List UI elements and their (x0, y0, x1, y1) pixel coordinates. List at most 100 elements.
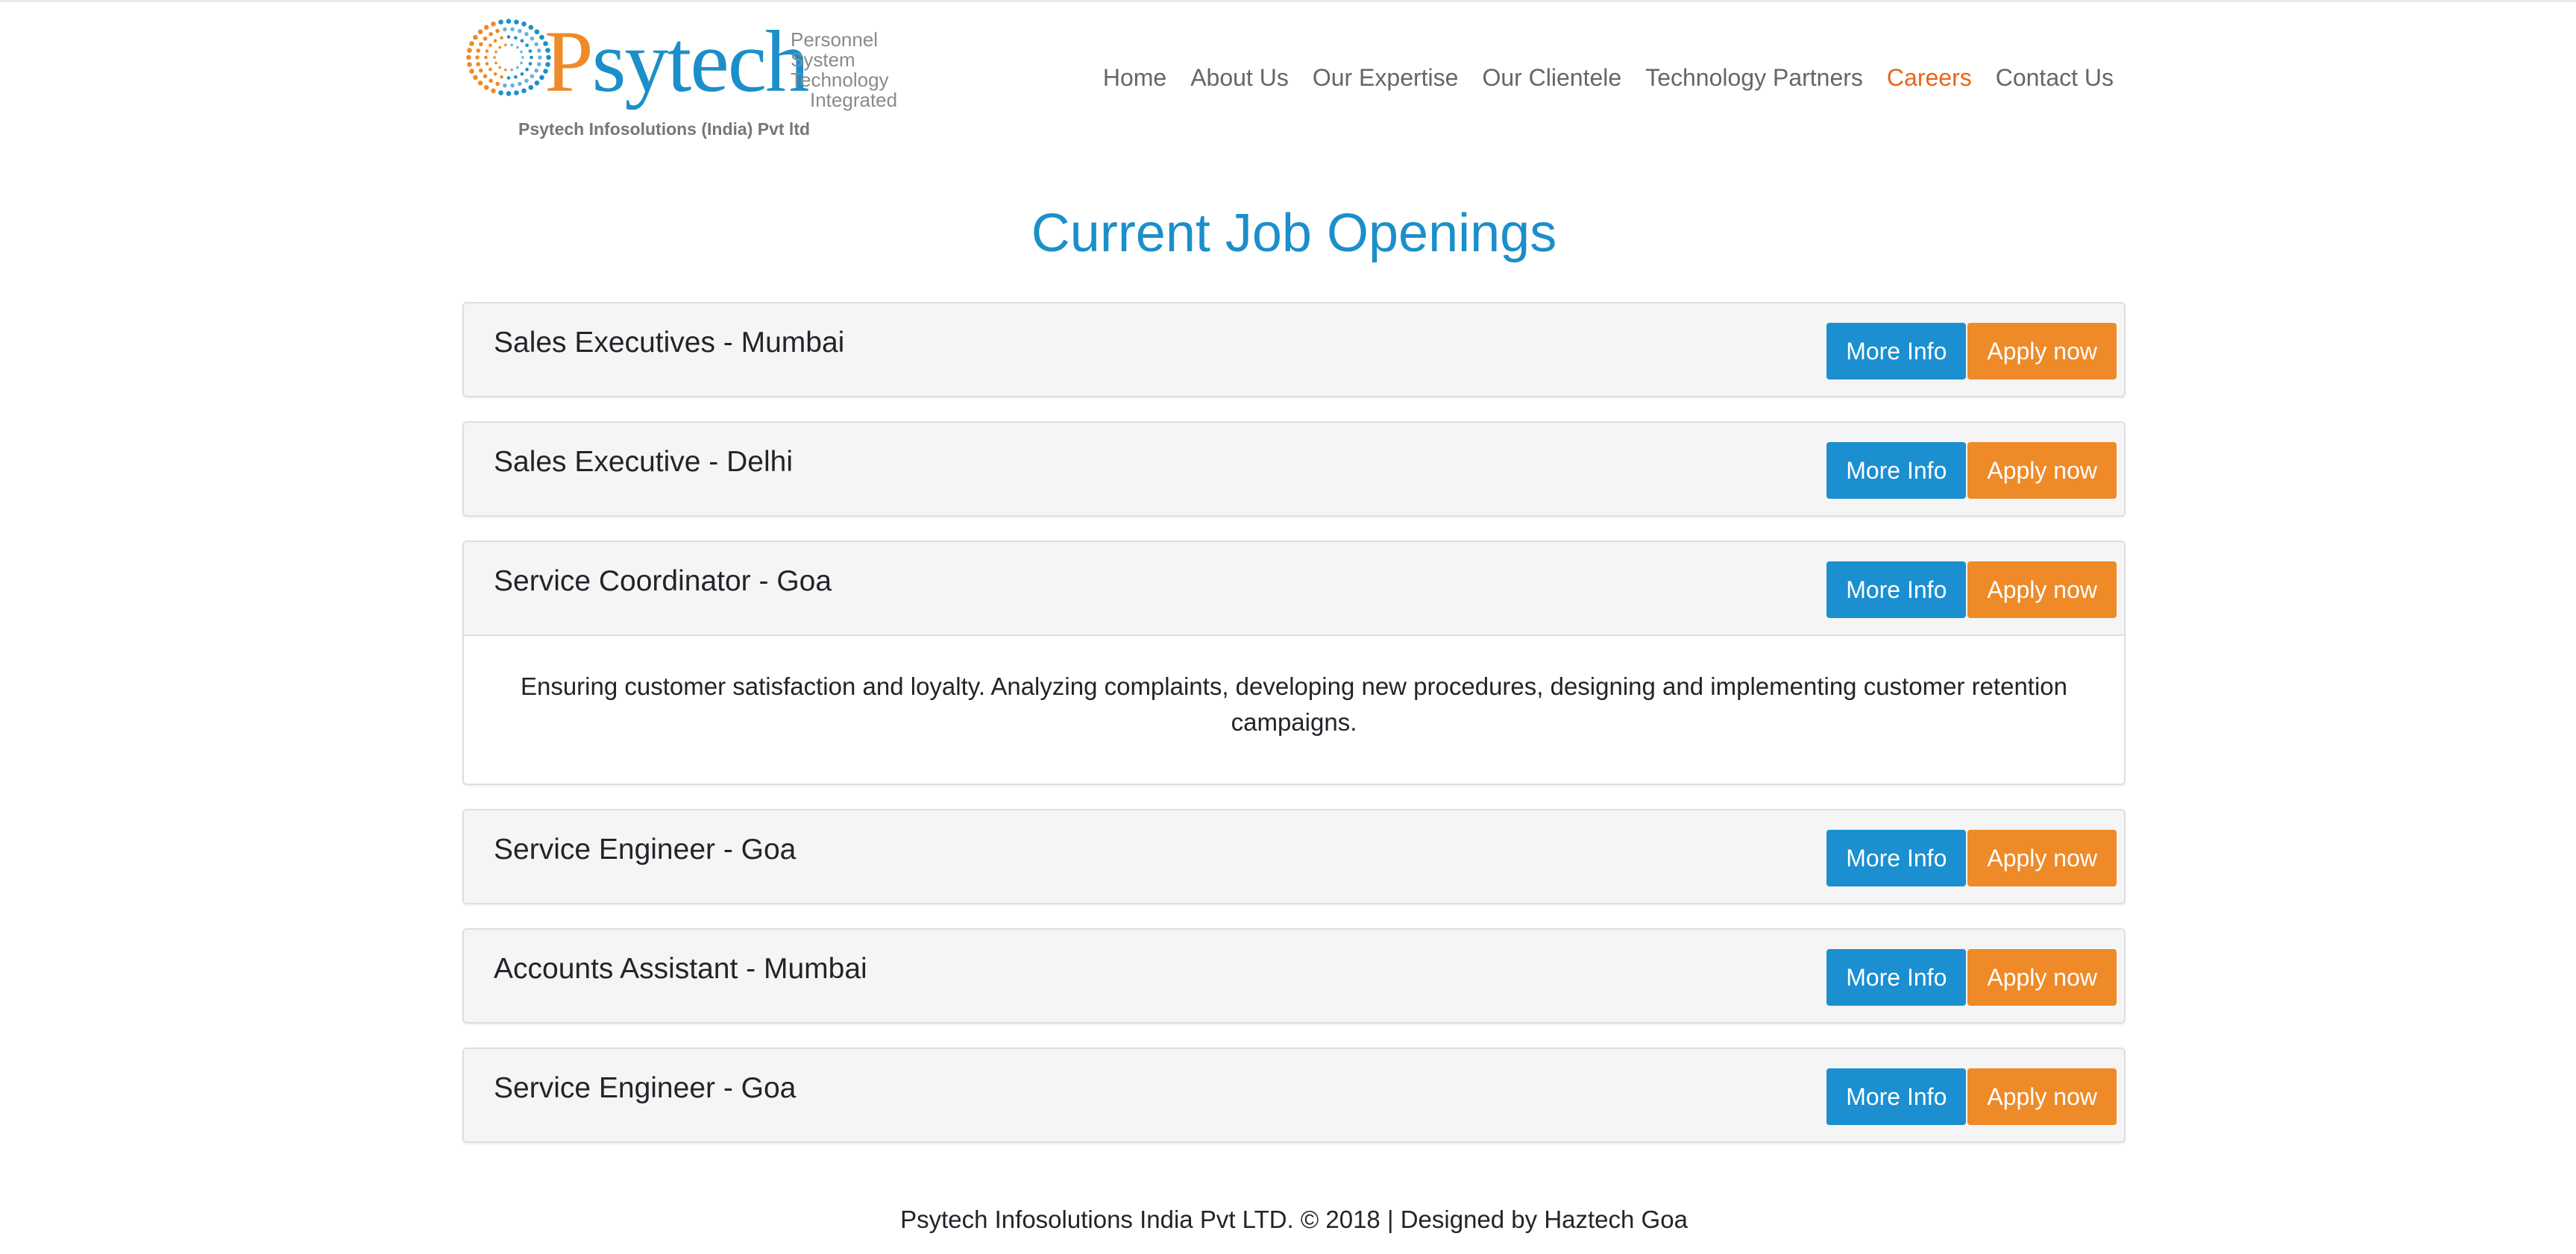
job-title: Service Coordinator - Goa (494, 565, 832, 597)
logo-swirl-dot (516, 45, 519, 49)
logo-swirl-dot (467, 62, 472, 67)
logo-swirl-dot (503, 27, 507, 32)
logo-swirl-dot (479, 42, 483, 47)
logo-swirl-dot (539, 75, 544, 81)
nav-item-our-clientele[interactable]: Our Clientele (1470, 63, 1633, 92)
logo-swirl-dot (528, 85, 534, 90)
logo-tagline-line: Integrated (810, 89, 898, 111)
apply-now-button[interactable]: Apply now (1967, 1068, 2117, 1125)
nav-item-about-us[interactable]: About Us (1178, 63, 1301, 92)
logo-swirl-dot (485, 49, 489, 53)
logo-swirl-dot (521, 88, 527, 94)
logo-swirl-dot (469, 69, 474, 74)
logo-swirl-dot (534, 68, 538, 73)
job-card: Sales Executive - Delhi More Info Apply … (462, 421, 2126, 517)
more-info-button[interactable]: More Info (1826, 323, 1967, 379)
logo-swirl-dot (506, 76, 511, 80)
logo-swirl-dot (514, 75, 518, 79)
logo-swirl-dot (489, 67, 492, 72)
logo-swirl-dot (476, 48, 480, 53)
main-nav: Home About Us Our Expertise Our Clientel… (1091, 63, 2126, 92)
logo-swirl-dot (489, 31, 493, 37)
logo-swirl-dot (483, 25, 489, 30)
logo-swirl-dot (534, 29, 540, 34)
job-card-header[interactable]: Service Coordinator - Goa More Info Appl… (464, 542, 2124, 634)
job-card-header[interactable]: Accounts Assistant - Mumbai More Info Ap… (464, 930, 2124, 1022)
more-info-button[interactable]: More Info (1826, 442, 1967, 499)
job-title: Service Engineer - Goa (494, 1072, 797, 1104)
logo-swirl-dot (525, 67, 529, 72)
apply-now-button[interactable]: Apply now (1967, 949, 2117, 1006)
logo-tagline: Personnel System Technology Integrated (791, 30, 897, 110)
nav-item-home[interactable]: Home (1091, 63, 1178, 92)
logo-swirl-dot (483, 85, 489, 90)
more-info-button[interactable]: More Info (1826, 949, 1967, 1006)
apply-now-button[interactable]: Apply now (1967, 323, 2117, 379)
more-info-button[interactable]: More Info (1826, 830, 1967, 886)
job-card-header[interactable]: Service Engineer - Goa More Info Apply n… (464, 1049, 2124, 1141)
nav-item-contact-us[interactable]: Contact Us (1984, 63, 2126, 92)
logo-swirl-dot (494, 61, 497, 65)
site-logo[interactable]: Psytech Personnel System Technology Inte… (462, 16, 917, 143)
logo-swirl-dot (504, 43, 507, 47)
logo-swirl-dot (514, 36, 518, 40)
logo-swirl-dot (467, 48, 472, 53)
logo-swirl-dot (510, 27, 515, 32)
logo-swirl-dot (489, 43, 492, 48)
logo-swirl-dot (528, 62, 533, 66)
logo-swirl-dot (473, 34, 478, 40)
logo-swirl-dot (495, 28, 500, 34)
logo-swirl-dot (493, 56, 496, 59)
more-info-button[interactable]: More Info (1826, 1068, 1967, 1125)
logo-swirl-dot (504, 68, 507, 72)
page-container: Psytech Personnel System Technology Inte… (462, 0, 2126, 1233)
job-actions: More Info Apply now (1826, 949, 2117, 1006)
job-list: Sales Executives - Mumbai More Info Appl… (462, 302, 2126, 1167)
logo-swirl-dot (479, 68, 483, 73)
apply-now-button[interactable]: Apply now (1967, 442, 2117, 499)
logo-swirl-dot (537, 62, 541, 66)
nav-item-careers[interactable]: Careers (1875, 63, 1984, 92)
logo-tagline-line: Technology (791, 69, 889, 91)
logo-tagline-line: Personnel (791, 28, 879, 51)
logo-swirl-dot (493, 39, 497, 42)
job-description: Ensuring customer satisfaction and loyal… (464, 634, 2124, 784)
logo-swirl-dot (498, 90, 503, 95)
logo-swirl-dot (539, 34, 544, 40)
logo-swirl-dot (510, 43, 513, 47)
logo-swirl-dot (520, 50, 523, 54)
logo-swirl-dot (516, 66, 519, 69)
nav-item-our-expertise[interactable]: Our Expertise (1301, 63, 1471, 92)
logo-swirl-dot (494, 50, 497, 54)
logo-swirl-dot (510, 83, 515, 88)
job-card-header[interactable]: Sales Executives - Mumbai More Info Appl… (464, 303, 2124, 396)
logo-swirl-dot (537, 48, 541, 53)
logo-swirl-dot (498, 45, 501, 49)
logo-swirl-dot (538, 55, 542, 60)
logo-swirl-dot (520, 61, 523, 65)
apply-now-button[interactable]: Apply now (1967, 830, 2117, 886)
logo-swirl-dot (483, 37, 488, 41)
job-title: Service Engineer - Goa (494, 834, 797, 866)
logo-swirl-dot (503, 83, 507, 88)
logo-swirl-dot (498, 66, 501, 69)
logo-swirl-dot (491, 21, 496, 27)
logo-swirl-dot (466, 54, 471, 60)
logo-swirl-dot (524, 78, 529, 84)
logo-tagline-line: System (791, 48, 855, 71)
logo-swirl-dot (506, 19, 512, 24)
logo-swirl-dot (506, 91, 512, 96)
more-info-button[interactable]: More Info (1826, 561, 1967, 618)
logo-swirl-dot (484, 55, 488, 60)
job-title: Sales Executives - Mumbai (494, 327, 845, 359)
job-actions: More Info Apply now (1826, 830, 2117, 886)
apply-now-button[interactable]: Apply now (1967, 561, 2117, 618)
logo-swirl-dot (521, 21, 527, 27)
logo-swirl-dot (525, 43, 529, 48)
job-card-header[interactable]: Service Engineer - Goa More Info Apply n… (464, 810, 2124, 903)
job-actions: More Info Apply now (1826, 442, 2117, 499)
nav-item-technology-partners[interactable]: Technology Partners (1633, 63, 1875, 92)
logo-swirl-dot (485, 62, 489, 66)
job-card-header[interactable]: Sales Executive - Delhi More Info Apply … (464, 423, 2124, 515)
logo-swirl-dot (476, 62, 480, 66)
